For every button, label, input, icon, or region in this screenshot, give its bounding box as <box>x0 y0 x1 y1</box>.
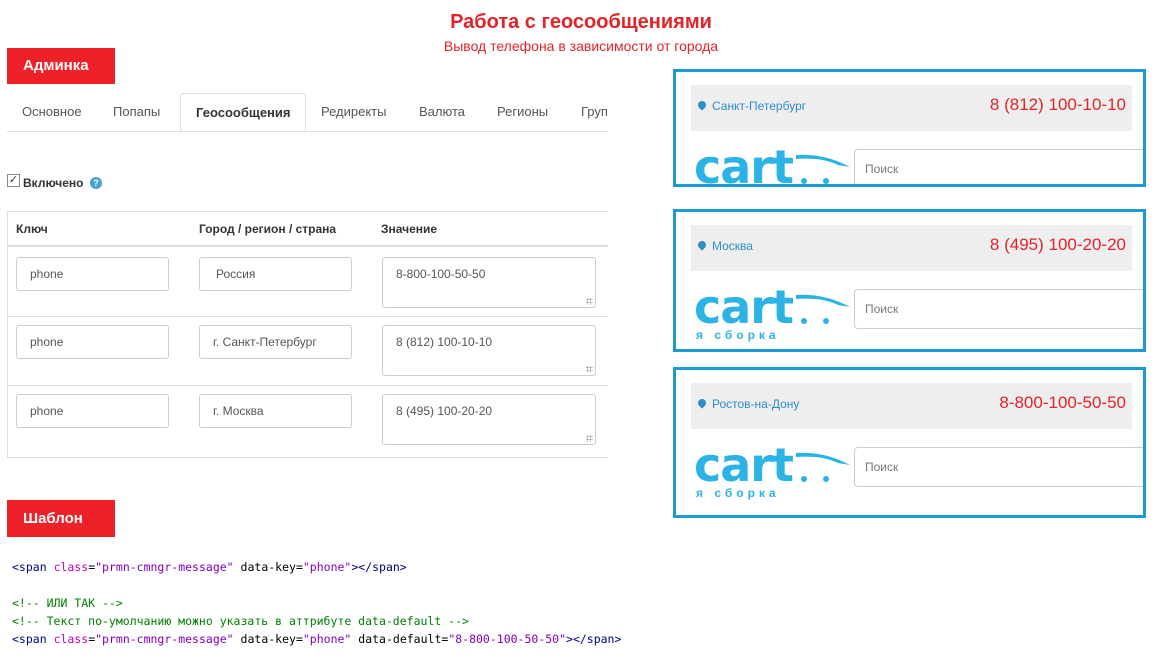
location-input[interactable]: г. Санкт-Петербург <box>199 325 352 359</box>
value-textarea[interactable]: 8-800-100-50-50 <box>382 257 596 308</box>
logo-word: cart <box>694 280 794 334</box>
table-row: phone г. Москва 8 (495) 100-20-20 <box>8 386 608 455</box>
code-comment-2: <!-- Текст по-умолчанию можно указать в … <box>12 614 469 628</box>
header-location: Город / регион / страна <box>199 222 337 236</box>
key-input[interactable]: phone <box>16 257 169 291</box>
preview-card-spb: Санкт-Петербург 8 (812) 100-10-10 cart П… <box>673 69 1146 187</box>
preview-card-rostov: Ростов-на-Дону 8-800-100-50-50 cart я сб… <box>673 367 1146 518</box>
value-text: 8-800-100-50-50 <box>396 267 486 281</box>
code-comment-1: <!-- ИЛИ ТАК --> <box>12 596 123 610</box>
search-input[interactable]: Поиск <box>854 289 1143 329</box>
table-header: Ключ Город / регион / страна Значение <box>8 212 608 247</box>
map-pin-icon <box>696 397 708 409</box>
preview-header-bar: Ростов-на-Дону 8-800-100-50-50 <box>691 383 1132 429</box>
tab-currency[interactable]: Валюта <box>404 93 480 131</box>
key-input[interactable]: phone <box>16 325 169 359</box>
header-value: Значение <box>381 222 438 236</box>
geomessages-table: Ключ Город / регион / страна Значение ph… <box>7 211 608 458</box>
logo-word: cart <box>694 438 794 492</box>
value-text: 8 (812) 100-10-10 <box>396 335 493 349</box>
admin-tabs: Основное Попапы Геосообщения Редиректы В… <box>7 93 608 132</box>
cart-logo: cart я сборка <box>694 283 854 343</box>
preview-header-bar: Москва 8 (495) 100-20-20 <box>691 225 1132 271</box>
tab-geomessages[interactable]: Геосообщения <box>180 93 307 131</box>
phone-number: 8 (812) 100-10-10 <box>989 95 1126 114</box>
page-subtitle: Вывод телефона в зависимости от города <box>443 38 719 54</box>
admin-section-label: Админка <box>7 48 115 84</box>
tab-osnovnoe[interactable]: Основное <box>7 93 97 131</box>
page-title: Работа с геосообщениями <box>450 11 712 33</box>
tab-groups[interactable]: Груп <box>566 93 608 131</box>
search-input[interactable]: Поиск <box>854 149 1143 184</box>
enabled-label: Включено <box>23 176 84 190</box>
phone-number: 8 (495) 100-20-20 <box>989 235 1126 254</box>
help-icon[interactable]: ? <box>90 177 102 189</box>
map-pin-icon <box>696 239 708 251</box>
logo-word: cart <box>694 140 794 187</box>
logo-subtitle: я сборка <box>696 328 780 342</box>
preview-card-moscow: Москва 8 (495) 100-20-20 cart я сборка П… <box>673 209 1146 352</box>
resize-grip-icon[interactable] <box>586 298 593 305</box>
cart-logo: cart я сборка <box>694 441 854 501</box>
key-input[interactable]: phone <box>16 394 169 428</box>
cart-logo: cart <box>694 140 854 187</box>
value-textarea[interactable]: 8 (812) 100-10-10 <box>382 325 596 376</box>
value-text: 8 (495) 100-20-20 <box>396 404 493 418</box>
search-input[interactable]: Поиск <box>854 447 1143 487</box>
template-code: <span class="prmn-cmngr-message" data-ke… <box>12 558 621 648</box>
logo-subtitle: я сборка <box>696 486 780 500</box>
table-row: phone г. Санкт-Петербург 8 (812) 100-10-… <box>8 317 608 386</box>
tab-regions[interactable]: Регионы <box>482 93 563 131</box>
value-textarea[interactable]: 8 (495) 100-20-20 <box>382 394 596 445</box>
header-key: Ключ <box>16 222 48 236</box>
cart-swoosh-icon <box>796 154 850 184</box>
template-section-label: Шаблон <box>7 500 115 537</box>
city-link[interactable]: Санкт-Петербург <box>696 99 806 113</box>
code-line-2: <span class="prmn-cmngr-message" data-ke… <box>12 632 622 646</box>
city-link[interactable]: Москва <box>696 239 753 253</box>
map-pin-icon <box>696 99 708 111</box>
city-link[interactable]: Ростов-на-Дону <box>696 397 799 411</box>
resize-grip-icon[interactable] <box>586 435 593 442</box>
table-row: phone Россия 8-800-100-50-50 <box>8 248 608 317</box>
cart-swoosh-icon <box>796 294 850 324</box>
location-input[interactable]: Россия <box>199 257 352 291</box>
resize-grip-icon[interactable] <box>586 366 593 373</box>
code-line-1: <span class="prmn-cmngr-message" data-ke… <box>12 560 407 574</box>
tab-redirects[interactable]: Редиректы <box>306 93 401 131</box>
location-input[interactable]: г. Москва <box>199 394 352 428</box>
checkbox-checked-icon[interactable]: ✓ <box>7 174 20 187</box>
phone-number: 8-800-100-50-50 <box>999 393 1126 412</box>
tab-popups[interactable]: Попапы <box>98 93 175 131</box>
preview-header-bar: Санкт-Петербург 8 (812) 100-10-10 <box>691 85 1132 131</box>
cart-swoosh-icon <box>796 452 850 482</box>
